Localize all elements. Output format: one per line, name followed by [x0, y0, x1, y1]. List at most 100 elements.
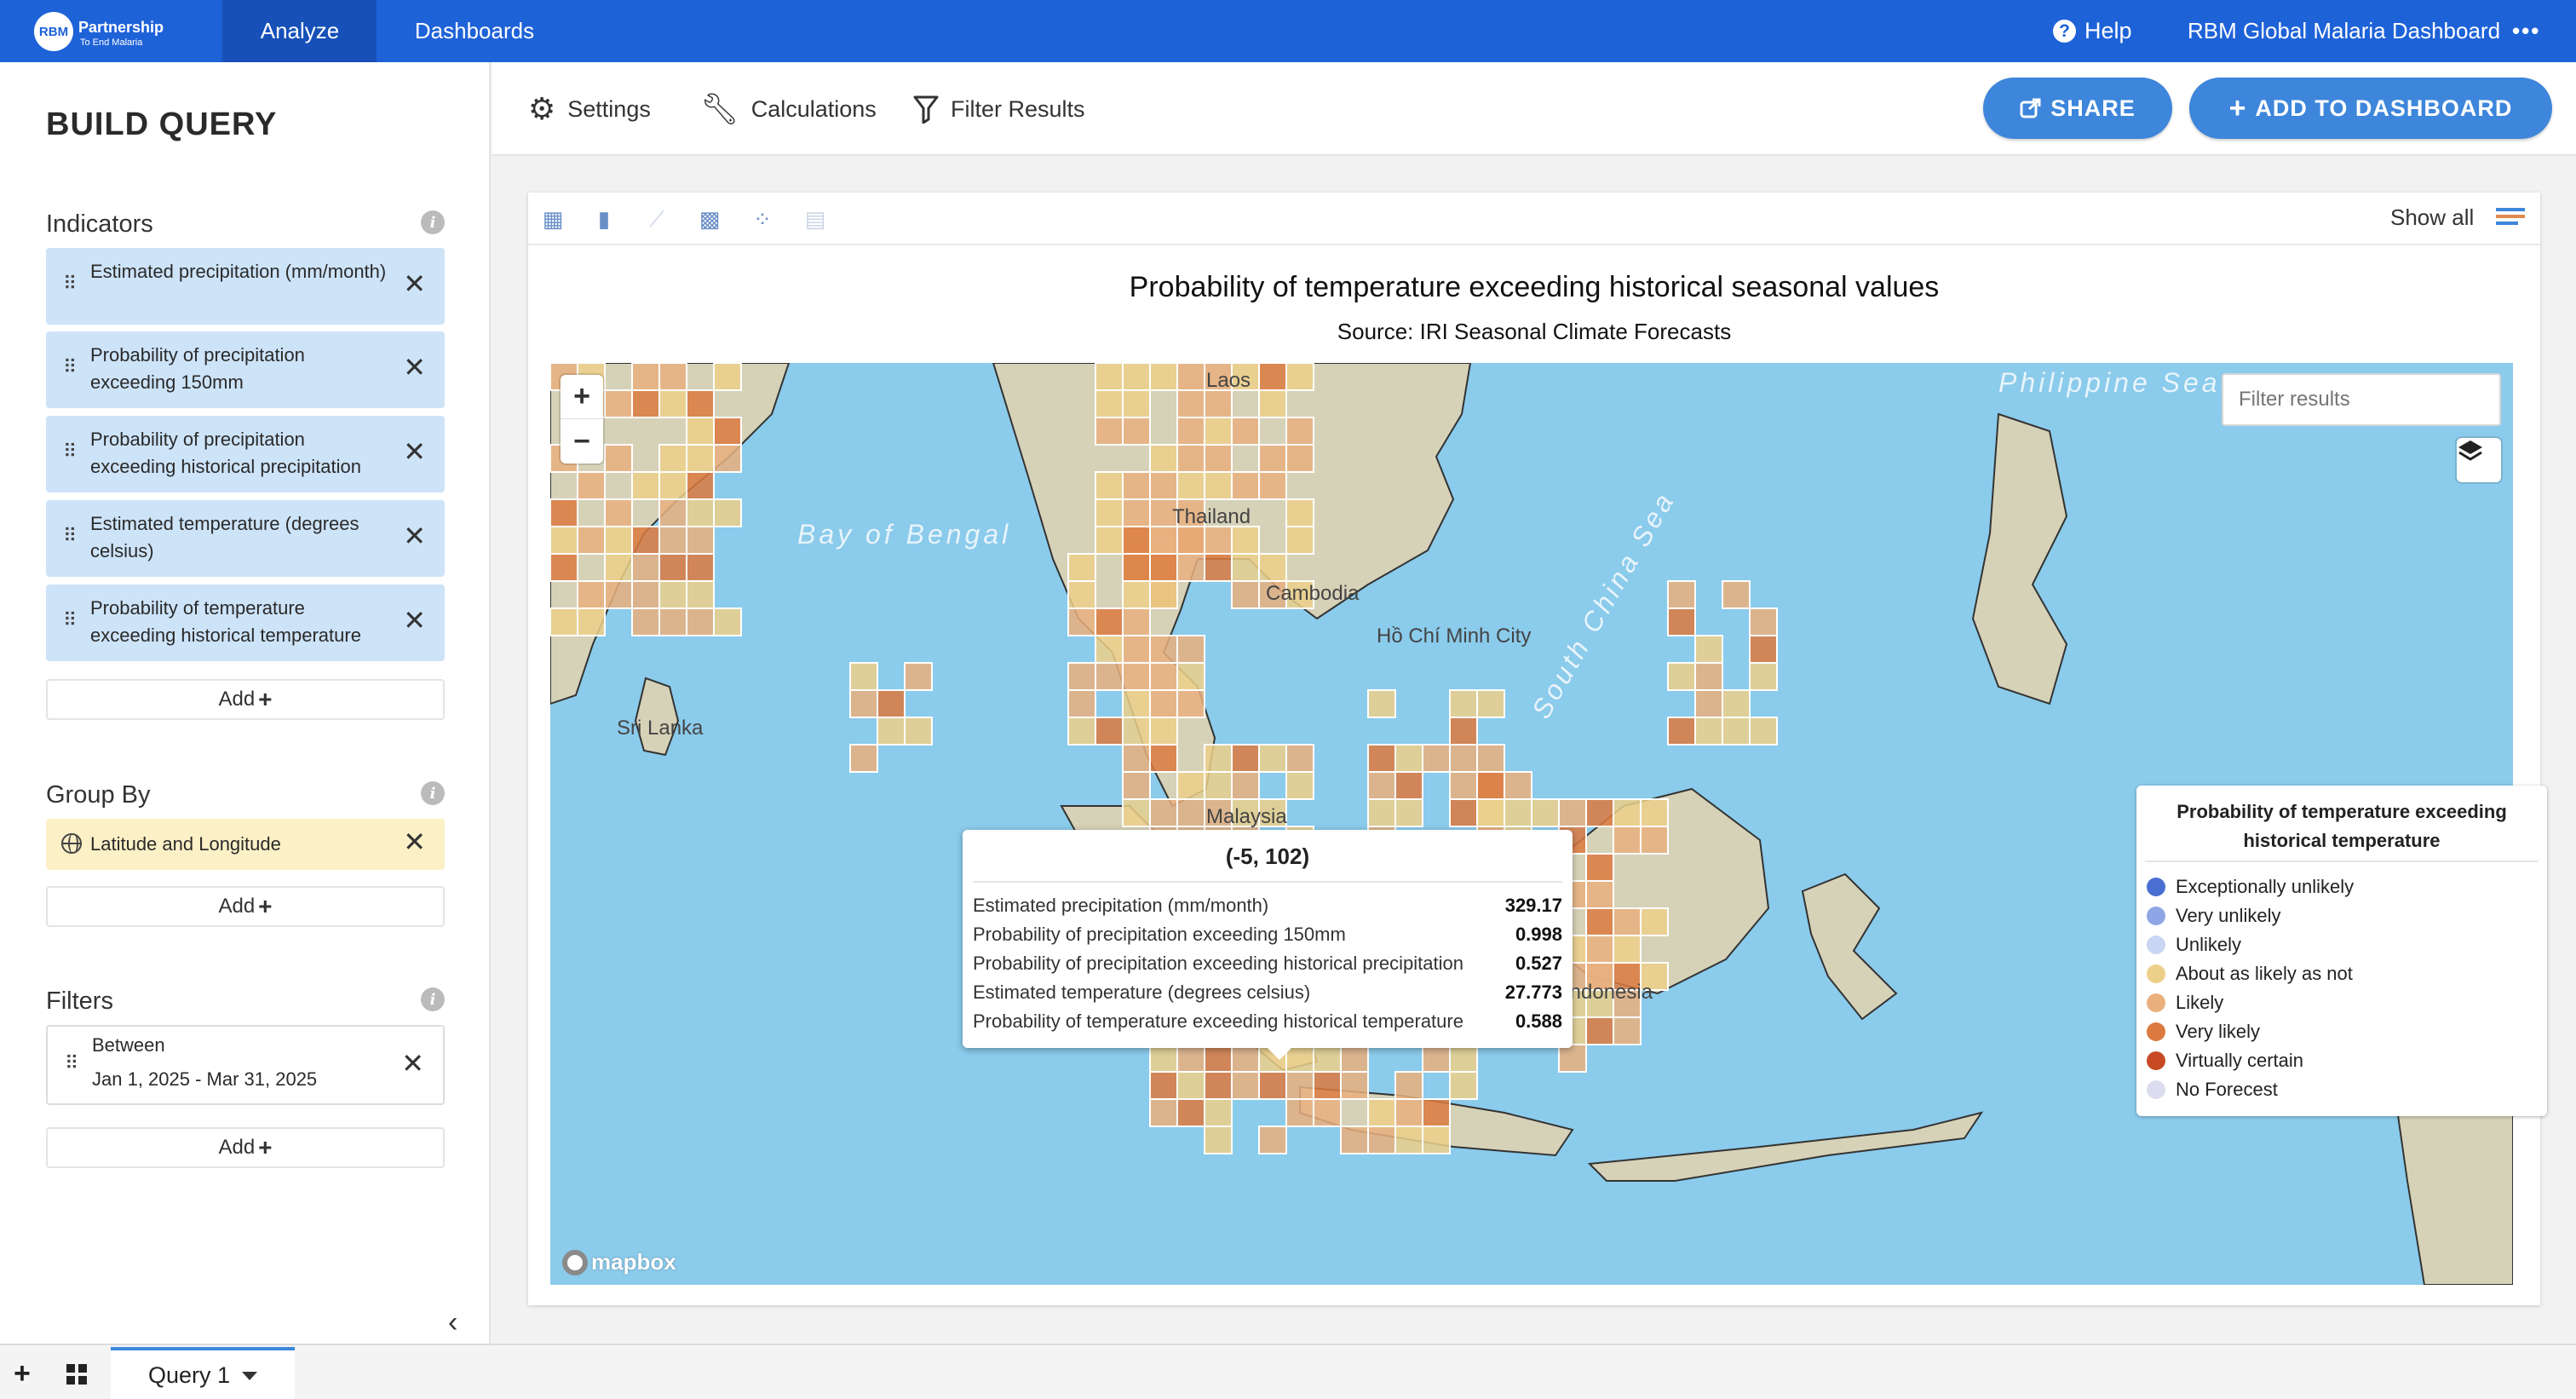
forecast-cell[interactable]: [1258, 1126, 1287, 1154]
forecast-cell[interactable]: [686, 389, 715, 418]
forecast-cell[interactable]: [1231, 1071, 1260, 1100]
forecast-cell[interactable]: [1176, 662, 1205, 691]
help-link[interactable]: ? Help: [2053, 0, 2132, 62]
forecast-cell[interactable]: [631, 526, 660, 555]
forecast-cell[interactable]: [1204, 417, 1233, 446]
chevron-down-icon[interactable]: [242, 1371, 258, 1380]
forecast-cell[interactable]: [1449, 1044, 1478, 1073]
forecast-cell[interactable]: [577, 526, 606, 555]
forecast-cell[interactable]: [604, 553, 633, 582]
forecast-cell[interactable]: [658, 471, 687, 500]
forecast-cell[interactable]: [877, 689, 906, 718]
forecast-cell[interactable]: [631, 471, 660, 500]
indicator-pill[interactable]: ⠿ Probability of precipitation exceeding…: [46, 331, 445, 408]
forecast-cell[interactable]: [550, 607, 578, 636]
forecast-cell[interactable]: [1367, 1126, 1396, 1154]
forecast-cell[interactable]: [1258, 363, 1287, 391]
legend-item[interactable]: Virtually certain: [2147, 1046, 2303, 1075]
forecast-cell[interactable]: [1149, 689, 1178, 718]
forecast-cell[interactable]: [1122, 771, 1151, 800]
forecast-cell[interactable]: [1749, 662, 1778, 691]
forecast-cell[interactable]: [1285, 1098, 1314, 1127]
forecast-cell[interactable]: [1176, 553, 1205, 582]
forecast-cell[interactable]: [1613, 798, 1642, 827]
forecast-cell[interactable]: [1231, 553, 1260, 582]
forecast-cell[interactable]: [1095, 717, 1124, 746]
forecast-cell[interactable]: [1558, 1044, 1587, 1073]
app-menu[interactable]: RBM Global Malaria Dashboard •••: [2188, 0, 2540, 62]
forecast-cell[interactable]: [686, 417, 715, 446]
forecast-cell[interactable]: [1749, 717, 1778, 746]
forecast-cell[interactable]: [1067, 662, 1096, 691]
forecast-cell[interactable]: [631, 389, 660, 418]
line-chart-icon[interactable]: ⟋: [644, 206, 670, 232]
forecast-cell[interactable]: [1231, 526, 1260, 555]
forecast-cell[interactable]: [1231, 580, 1260, 609]
remove-icon[interactable]: ✕: [403, 604, 426, 636]
forecast-cell[interactable]: [1204, 526, 1233, 555]
forecast-cell[interactable]: [1067, 607, 1096, 636]
remove-icon[interactable]: ✕: [403, 351, 426, 383]
forecast-cell[interactable]: [1231, 1044, 1260, 1073]
forecast-cell[interactable]: [1449, 798, 1478, 827]
legend-item[interactable]: No Forecest: [2147, 1075, 2278, 1104]
forecast-cell[interactable]: [1667, 607, 1696, 636]
forecast-cell[interactable]: [1149, 1044, 1178, 1073]
legend-item[interactable]: Unlikely: [2147, 930, 2241, 959]
forecast-cell[interactable]: [1149, 580, 1178, 609]
forecast-cell[interactable]: [1067, 553, 1096, 582]
forecast-cell[interactable]: [1095, 389, 1124, 418]
forecast-cell[interactable]: [1367, 744, 1396, 773]
forecast-cell[interactable]: [1640, 907, 1669, 936]
forecast-cell[interactable]: [577, 580, 606, 609]
zoom-in-button[interactable]: +: [561, 375, 603, 419]
forecast-cell[interactable]: [1176, 635, 1205, 664]
forecast-cell[interactable]: [658, 607, 687, 636]
forecast-cell[interactable]: [1449, 717, 1478, 746]
remove-icon[interactable]: ✕: [403, 435, 426, 468]
forecast-cell[interactable]: [713, 607, 742, 636]
forecast-cell[interactable]: [1122, 363, 1151, 391]
drag-handle-icon[interactable]: ⠿: [63, 356, 77, 378]
forecast-cell[interactable]: [1258, 389, 1287, 418]
forecast-cell[interactable]: [1694, 635, 1723, 664]
forecast-cell[interactable]: [658, 553, 687, 582]
filter-results-input[interactable]: [2222, 373, 2501, 426]
forecast-cell[interactable]: [1149, 635, 1178, 664]
forecast-cell[interactable]: [1204, 744, 1233, 773]
forecast-cell[interactable]: [604, 444, 633, 473]
settings-button[interactable]: ⚙ Settings: [528, 62, 651, 156]
forecast-cell[interactable]: [1231, 771, 1260, 800]
forecast-cell[interactable]: [686, 607, 715, 636]
forecast-cell[interactable]: [1122, 744, 1151, 773]
forecast-cell[interactable]: [686, 526, 715, 555]
grid-icon[interactable]: [66, 1364, 87, 1385]
forecast-cell[interactable]: [658, 526, 687, 555]
forecast-cell[interactable]: [1122, 389, 1151, 418]
forecast-cell[interactable]: [1476, 744, 1505, 773]
forecast-cell[interactable]: [1613, 935, 1642, 964]
forecast-cell[interactable]: [1394, 771, 1423, 800]
add-filter-button[interactable]: Add +: [46, 1127, 445, 1168]
forecast-cell[interactable]: [1585, 1016, 1614, 1045]
forecast-cell[interactable]: [1504, 798, 1532, 827]
forecast-cell[interactable]: [1694, 717, 1723, 746]
forecast-cell[interactable]: [1122, 717, 1151, 746]
forecast-cell[interactable]: [1394, 744, 1423, 773]
forecast-cell[interactable]: [1067, 580, 1096, 609]
forecast-cell[interactable]: [1722, 717, 1751, 746]
forecast-cell[interactable]: [550, 553, 578, 582]
forecast-cell[interactable]: [1122, 607, 1151, 636]
forecast-cell[interactable]: [1067, 717, 1096, 746]
forecast-cell[interactable]: [1285, 771, 1314, 800]
forecast-cell[interactable]: [550, 498, 578, 527]
forecast-cell[interactable]: [1585, 798, 1614, 827]
forecast-cell[interactable]: [686, 553, 715, 582]
forecast-cell[interactable]: [1149, 798, 1178, 827]
forecast-cell[interactable]: [1122, 662, 1151, 691]
forecast-cell[interactable]: [1176, 1071, 1205, 1100]
forecast-cell[interactable]: [904, 662, 933, 691]
forecast-cell[interactable]: [1176, 389, 1205, 418]
forecast-cell[interactable]: [658, 444, 687, 473]
filter-pill[interactable]: ⠿ Between Jan 1, 2025 - Mar 31, 2025 ✕: [46, 1025, 445, 1105]
